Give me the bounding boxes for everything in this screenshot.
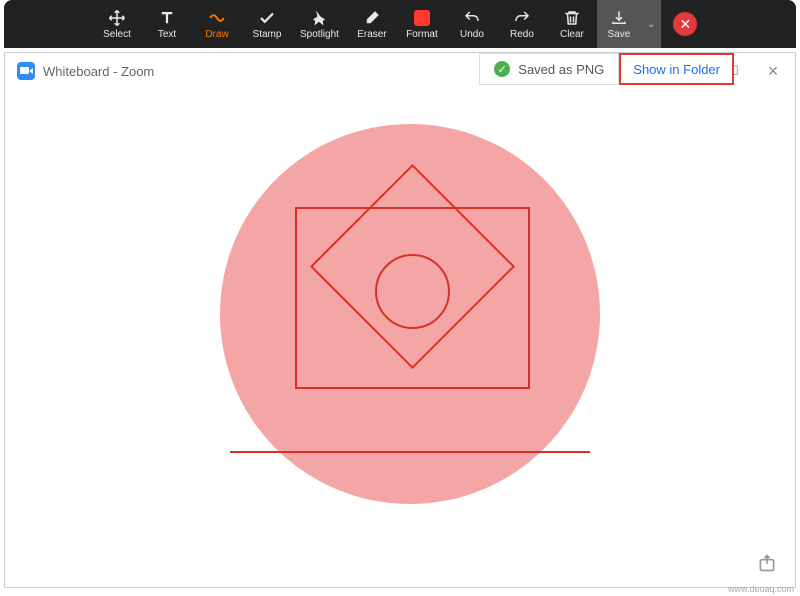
circle-outline-shape <box>375 254 450 329</box>
draw-icon <box>208 8 226 28</box>
watermark: www.deuaq.com <box>728 584 794 594</box>
whiteboard-canvas[interactable] <box>5 89 795 587</box>
text-label: Text <box>158 30 176 40</box>
saved-message: ✓ Saved as PNG <box>479 53 619 85</box>
select-tool[interactable]: Select <box>92 0 142 48</box>
window-title: Whiteboard - Zoom <box>43 64 154 79</box>
save-dropdown[interactable]: ⌄ <box>641 19 661 30</box>
spotlight-tool[interactable]: Spotlight <box>292 0 347 48</box>
saved-text: Saved as PNG <box>518 62 604 77</box>
show-in-folder-button[interactable]: Show in Folder <box>619 53 734 85</box>
close-toolbar-button[interactable]: ✕ <box>673 12 697 36</box>
undo-icon <box>463 8 481 28</box>
annotation-toolbar: Select Text Draw Stamp Spotlight Eraser <box>4 0 796 48</box>
redo-tool[interactable]: Redo <box>497 0 547 48</box>
save-tool[interactable]: Save <box>597 0 641 48</box>
download-icon <box>610 8 628 28</box>
move-icon <box>108 8 126 28</box>
draw-tool[interactable]: Draw <box>192 0 242 48</box>
save-notification: ✓ Saved as PNG Show in Folder <box>479 53 734 85</box>
undo-label: Undo <box>460 30 484 40</box>
save-tool-group: Save ⌄ <box>597 0 661 48</box>
spotlight-label: Spotlight <box>300 30 339 40</box>
check-circle-icon: ✓ <box>494 61 510 77</box>
spotlight-icon <box>310 8 328 28</box>
checkmark-icon <box>258 8 276 28</box>
whiteboard-window: Whiteboard - Zoom ☐ × <box>4 52 796 588</box>
close-icon: ✕ <box>679 16 691 33</box>
stamp-label: Stamp <box>253 30 282 40</box>
format-tool[interactable]: Format <box>397 0 447 48</box>
undo-tool[interactable]: Undo <box>447 0 497 48</box>
select-label: Select <box>103 30 131 40</box>
title-left: Whiteboard - Zoom <box>17 62 154 80</box>
eraser-icon <box>363 8 381 28</box>
trash-icon <box>563 8 581 28</box>
chevron-down-icon: ⌄ <box>647 19 655 30</box>
redo-label: Redo <box>510 30 534 40</box>
redo-icon <box>513 8 531 28</box>
eraser-tool[interactable]: Eraser <box>347 0 397 48</box>
text-tool[interactable]: Text <box>142 0 192 48</box>
share-icon[interactable] <box>757 553 777 573</box>
draw-label: Draw <box>205 30 228 40</box>
clear-label: Clear <box>560 30 584 40</box>
format-icon <box>414 8 430 28</box>
eraser-label: Eraser <box>357 30 386 40</box>
zoom-app-icon <box>17 62 35 80</box>
text-icon <box>158 8 176 28</box>
line-shape <box>230 451 590 453</box>
clear-tool[interactable]: Clear <box>547 0 597 48</box>
stamp-tool[interactable]: Stamp <box>242 0 292 48</box>
close-window-button[interactable]: × <box>763 61 783 82</box>
show-folder-label: Show in Folder <box>633 62 720 77</box>
format-label: Format <box>406 30 438 40</box>
save-label: Save <box>608 30 631 40</box>
